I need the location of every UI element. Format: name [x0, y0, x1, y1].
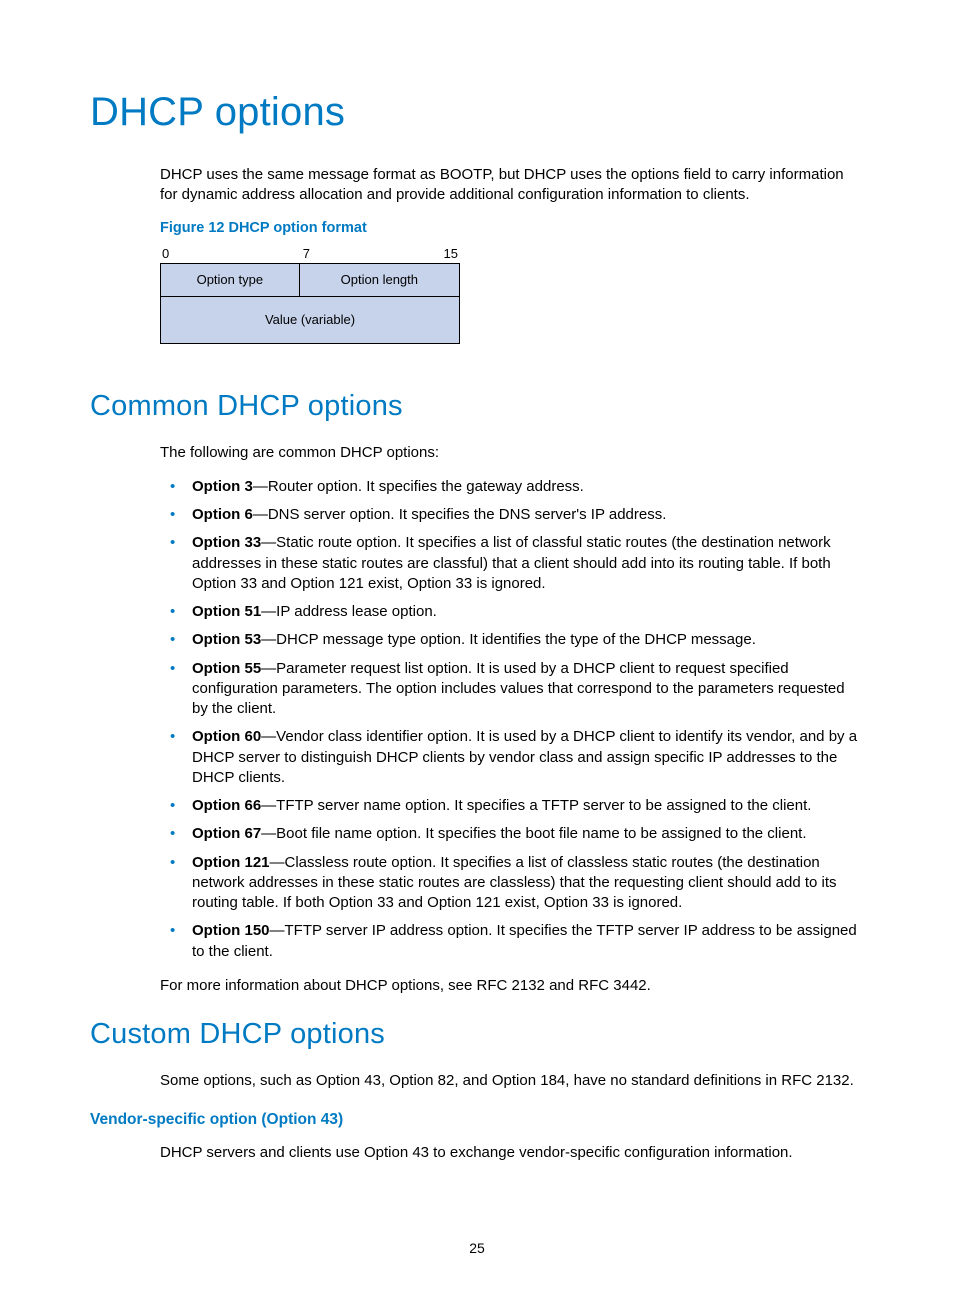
- options-list: Option 3—Router option. It specifies the…: [160, 477, 864, 962]
- custom-options-heading: Custom DHCP options: [90, 1018, 864, 1051]
- bit-label-0: 0: [162, 246, 169, 261]
- cell-option-length: Option length: [299, 263, 459, 296]
- option-name: Option 53: [192, 631, 261, 648]
- option-item: Option 60—Vendor class identifier option…: [160, 727, 864, 788]
- page-title: DHCP options: [90, 90, 864, 135]
- option-name: Option 66: [192, 797, 261, 814]
- page-number: 25: [0, 1240, 954, 1256]
- option-item: Option 66—TFTP server name option. It sp…: [160, 796, 864, 816]
- intro-text: DHCP uses the same message format as BOO…: [160, 165, 864, 206]
- option-desc: —Classless route option. It specifies a …: [192, 854, 837, 912]
- option-name: Option 33: [192, 534, 261, 551]
- option-desc: —Router option. It specifies the gateway…: [253, 478, 584, 495]
- dhcp-option-format-diagram: 0 7 15 Option type Option length Value (…: [160, 246, 460, 344]
- option-item: Option 121—Classless route option. It sp…: [160, 853, 864, 914]
- vendor-specific-block: DHCP servers and clients use Option 43 t…: [160, 1143, 864, 1163]
- option-name: Option 60: [192, 728, 261, 745]
- common-options-block: The following are common DHCP options: O…: [160, 443, 864, 997]
- option-desc: —Vendor class identifier option. It is u…: [192, 728, 857, 786]
- option-desc: —TFTP server name option. It specifies a…: [261, 797, 811, 814]
- option-name: Option 6: [192, 506, 253, 523]
- option-item: Option 55—Parameter request list option.…: [160, 659, 864, 720]
- option-item: Option 53—DHCP message type option. It i…: [160, 630, 864, 650]
- option-desc: —Static route option. It specifies a lis…: [192, 534, 831, 592]
- option-desc: —DNS server option. It specifies the DNS…: [253, 506, 667, 523]
- page: DHCP options DHCP uses the same message …: [0, 0, 954, 1296]
- option-item: Option 51—IP address lease option.: [160, 602, 864, 622]
- option-desc: —TFTP server IP address option. It speci…: [192, 922, 857, 959]
- option-desc: —DHCP message type option. It identifies…: [261, 631, 756, 648]
- intro-block: DHCP uses the same message format as BOO…: [160, 165, 864, 344]
- option-name: Option 121: [192, 854, 270, 871]
- option-desc: —IP address lease option.: [261, 603, 437, 620]
- option-name: Option 55: [192, 660, 261, 677]
- option-desc: —Parameter request list option. It is us…: [192, 660, 845, 718]
- vendor-specific-body: DHCP servers and clients use Option 43 t…: [160, 1143, 864, 1163]
- vendor-specific-heading: Vendor-specific option (Option 43): [90, 1111, 864, 1129]
- option-name: Option 67: [192, 825, 261, 842]
- figure-caption: Figure 12 DHCP option format: [160, 220, 864, 236]
- common-options-heading: Common DHCP options: [90, 390, 864, 423]
- option-item: Option 67—Boot file name option. It spec…: [160, 824, 864, 844]
- custom-lead: Some options, such as Option 43, Option …: [160, 1071, 864, 1091]
- option-name: Option 150: [192, 922, 270, 939]
- bit-label-15: 15: [444, 246, 458, 261]
- cell-option-type: Option type: [161, 263, 300, 296]
- option-name: Option 3: [192, 478, 253, 495]
- option-name: Option 51: [192, 603, 261, 620]
- common-lead: The following are common DHCP options:: [160, 443, 864, 463]
- option-item: Option 33—Static route option. It specif…: [160, 533, 864, 594]
- option-item: Option 150—TFTP server IP address option…: [160, 921, 864, 962]
- common-footer: For more information about DHCP options,…: [160, 976, 864, 996]
- cell-value: Value (variable): [161, 296, 460, 343]
- option-desc: —Boot file name option. It specifies the…: [261, 825, 806, 842]
- custom-options-block: Some options, such as Option 43, Option …: [160, 1071, 864, 1091]
- option-item: Option 3—Router option. It specifies the…: [160, 477, 864, 497]
- bit-labels: 0 7 15: [160, 246, 460, 263]
- bit-label-7: 7: [303, 246, 310, 261]
- format-table: Option type Option length Value (variabl…: [160, 263, 460, 344]
- option-item: Option 6—DNS server option. It specifies…: [160, 505, 864, 525]
